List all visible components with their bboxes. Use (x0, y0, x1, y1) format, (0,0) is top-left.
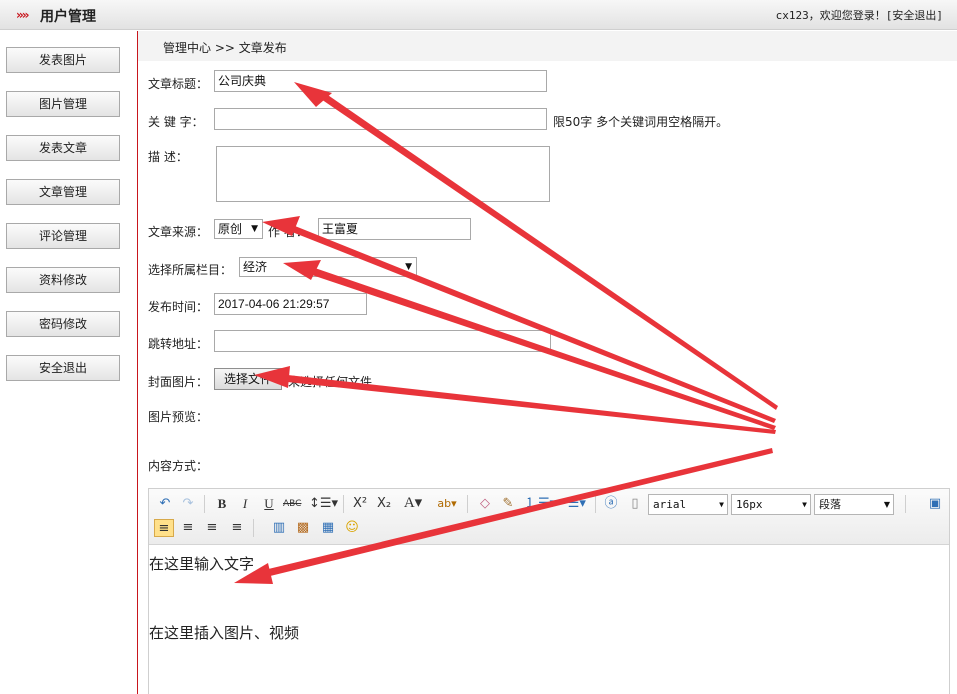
file-status-text: 未选择任何文件 (288, 375, 373, 389)
column-value: 经济 (243, 260, 268, 274)
column-label: 选择所属栏目： (148, 263, 233, 277)
font-family-value: arial (653, 498, 687, 511)
chevron-down-icon: ▼ (405, 262, 412, 272)
align-center-icon[interactable]: ≡ (179, 519, 197, 537)
sidebar-item-post-article[interactable]: 发表文章 (6, 135, 120, 161)
subscript-icon[interactable]: X₂ (375, 495, 393, 513)
ordered-list-icon[interactable]: ⒈☰▾ (525, 495, 556, 513)
editor-text-line: 在这里输入文字 (149, 555, 255, 573)
title-input[interactable]: 公司庆典 (214, 70, 547, 92)
breadcrumb: 管理中心 >> 文章发布 (138, 31, 957, 61)
choose-file-button[interactable]: 选择文件 (214, 368, 282, 390)
superscript-icon[interactable]: X² (351, 495, 369, 513)
chevron-down-icon: ▼ (251, 224, 258, 234)
welcome-text: ，欢迎您登录！ (808, 9, 886, 22)
align-justify-icon[interactable]: ≡ (228, 519, 246, 537)
table-icon[interactable]: ▦ (319, 519, 337, 537)
toolbar-divider (253, 519, 254, 537)
source-label: 文章来源： (148, 225, 209, 239)
redirect-url-label: 跳转地址： (148, 337, 209, 351)
toolbar-divider (343, 495, 344, 513)
font-color-icon[interactable]: A▾ (399, 494, 427, 512)
align-right-icon[interactable]: ≡ (203, 519, 221, 537)
video-icon[interactable]: ▥ (270, 519, 288, 537)
breadcrumb-text: 管理中心 >> 文章发布 (163, 41, 287, 55)
redirect-url-input[interactable] (214, 330, 551, 352)
content-mode-label: 内容方式： (148, 459, 209, 473)
top-bar: »» 用户管理 cx123，欢迎您登录！[安全退出] (0, 0, 957, 30)
title-label: 文章标题： (148, 77, 209, 91)
description-label: 描 述： (148, 150, 188, 164)
publish-time-label: 发布时间： (148, 300, 209, 314)
publish-time-input[interactable]: 2017-04-06 21:29:57 (214, 293, 367, 315)
font-size-select[interactable]: 16px ▼ (731, 494, 811, 515)
cover-image-label: 封面图片： (148, 375, 209, 389)
sidebar-item-image-manage[interactable]: 图片管理 (6, 91, 120, 117)
app-title: 用户管理 (40, 9, 96, 25)
author-input[interactable]: 王富夏 (318, 218, 471, 240)
font-size-value: 16px (736, 498, 763, 511)
sidebar: 发表图片 图片管理 发表文章 文章管理 评论管理 资料修改 密码修改 安全退出 (0, 31, 138, 694)
sidebar-item-comment-manage[interactable]: 评论管理 (6, 223, 120, 249)
toolbar-divider (204, 495, 205, 513)
format-brush-icon[interactable]: ✎ (499, 495, 517, 513)
editor-toolbar: ↶ ↷ B I U ABC ↕☰▾ X² X₂ A▾ ab▾ ◇ ✎ ⒈☰▾ •… (149, 489, 949, 545)
paragraph-select[interactable]: 段落 ▼ (814, 494, 894, 515)
keywords-label: 关 键 字： (148, 115, 204, 129)
paragraph-value: 段落 (819, 498, 841, 511)
source-value: 原创 (218, 222, 243, 236)
sidebar-item-profile-edit[interactable]: 资料修改 (6, 267, 120, 293)
chevron-down-icon: ▼ (719, 500, 724, 509)
keywords-input[interactable] (214, 108, 547, 130)
source-select[interactable]: 原创 ▼ (214, 219, 263, 239)
sidebar-item-logout[interactable]: 安全退出 (6, 355, 120, 381)
toolbar-divider (905, 495, 906, 513)
arrow-to-title (294, 82, 778, 410)
editor-text-line: 在这里插入图片、视频 (149, 624, 300, 642)
redo-icon[interactable]: ↷ (179, 495, 197, 513)
emoticon-icon[interactable]: ☺ (343, 519, 361, 537)
keywords-hint: 限50字 多个关键词用空格隔开。 (553, 115, 729, 129)
image-preview-label: 图片预览： (148, 410, 209, 424)
author-label: 作 者： (268, 225, 308, 239)
page-break-icon[interactable]: ▯ (626, 495, 644, 513)
anchor-icon[interactable]: ⓐ (602, 495, 620, 513)
sidebar-divider (137, 31, 138, 694)
sidebar-item-article-manage[interactable]: 文章管理 (6, 179, 120, 205)
toolbar-divider (595, 495, 596, 513)
highlight-color-icon[interactable]: ab▾ (433, 495, 461, 513)
fullscreen-icon[interactable]: ▣ (926, 495, 944, 513)
underline-icon[interactable]: U (260, 495, 278, 513)
chevron-down-icon: ▼ (883, 500, 890, 509)
description-textarea[interactable] (216, 146, 550, 202)
eraser-icon[interactable]: ◇ (476, 495, 494, 513)
chevron-down-icon: ▼ (802, 500, 807, 509)
undo-icon[interactable]: ↶ (156, 495, 174, 513)
unordered-list-icon[interactable]: •☰▾ (559, 495, 587, 513)
sidebar-item-post-image[interactable]: 发表图片 (6, 47, 120, 73)
double-chevron-icon: »» (16, 8, 29, 22)
font-family-select[interactable]: arial ▼ (648, 494, 728, 515)
strikethrough-icon[interactable]: ABC (283, 495, 301, 513)
image-icon[interactable]: ▩ (294, 519, 312, 537)
logout-link[interactable]: [安全退出] (886, 9, 943, 22)
italic-icon[interactable]: I (236, 495, 254, 513)
line-height-icon[interactable]: ↕☰▾ (309, 495, 338, 513)
editor-content-area[interactable]: 在这里输入文字 在这里插入图片、视频 (149, 545, 949, 694)
user-welcome: cx123，欢迎您登录！[安全退出] (776, 7, 943, 23)
arrow-to-source (262, 216, 776, 423)
column-select[interactable]: 经济 ▼ (239, 257, 417, 277)
sidebar-item-password-change[interactable]: 密码修改 (6, 311, 120, 337)
toolbar-divider (467, 495, 468, 513)
bold-icon[interactable]: B (213, 495, 231, 513)
username: cx123 (775, 9, 809, 22)
align-left-icon[interactable]: ≡ (154, 519, 174, 537)
rich-text-editor: ↶ ↷ B I U ABC ↕☰▾ X² X₂ A▾ ab▾ ◇ ✎ ⒈☰▾ •… (148, 488, 950, 694)
